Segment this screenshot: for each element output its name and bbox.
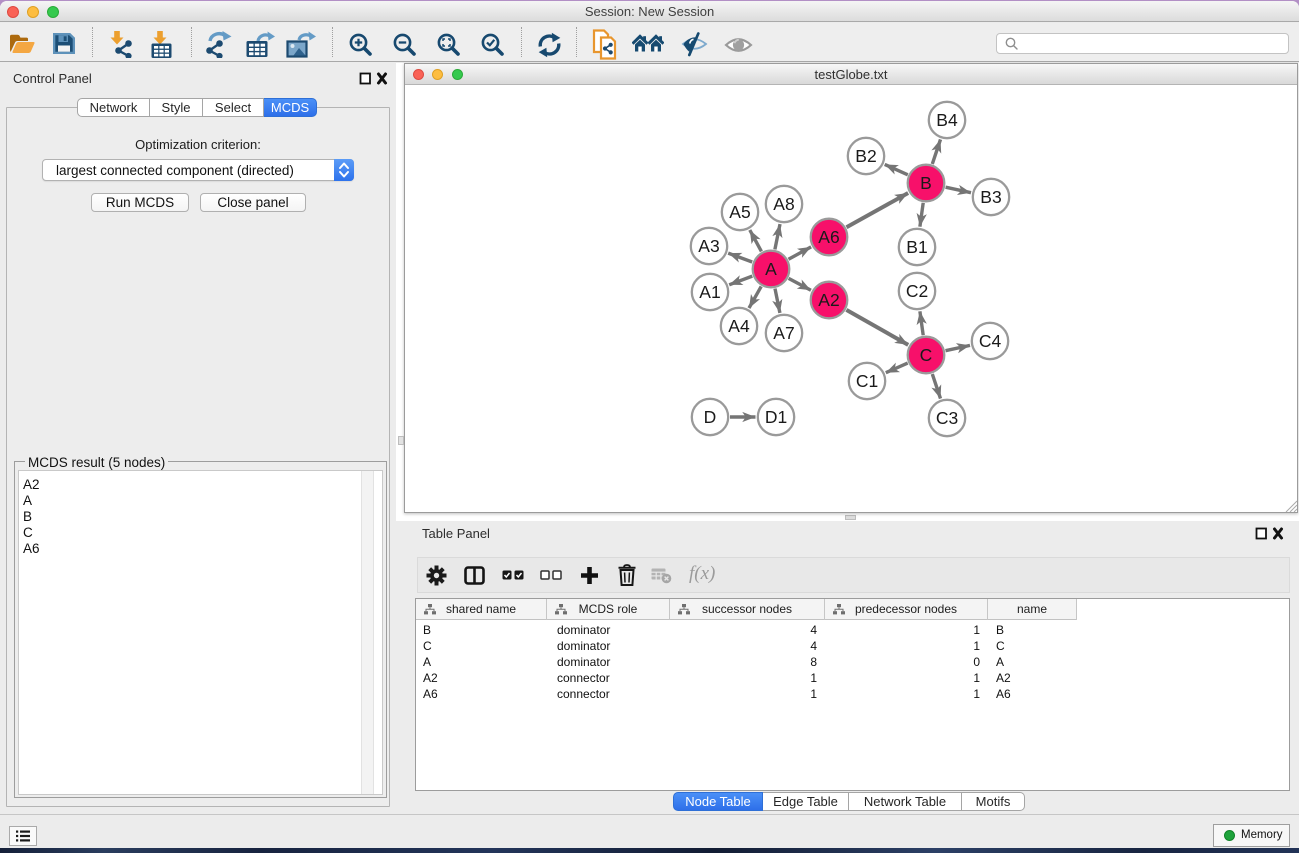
svg-text:D: D <box>704 407 717 427</box>
svg-text:A6: A6 <box>818 227 839 247</box>
svg-text:C1: C1 <box>856 371 878 391</box>
svg-text:A8: A8 <box>773 194 794 214</box>
svg-text:A3: A3 <box>698 236 719 256</box>
svg-text:A5: A5 <box>729 202 750 222</box>
svg-text:C2: C2 <box>906 281 928 301</box>
svg-text:B2: B2 <box>855 146 876 166</box>
svg-text:B: B <box>920 173 932 193</box>
svg-text:A1: A1 <box>699 282 720 302</box>
svg-text:A2: A2 <box>818 290 839 310</box>
svg-text:D1: D1 <box>765 407 787 427</box>
svg-text:A4: A4 <box>728 316 750 336</box>
svg-text:A: A <box>765 259 777 279</box>
svg-text:B1: B1 <box>906 237 927 257</box>
svg-text:A7: A7 <box>773 323 794 343</box>
svg-text:C: C <box>920 345 933 365</box>
svg-text:C4: C4 <box>979 331 1002 351</box>
svg-text:B3: B3 <box>980 187 1001 207</box>
svg-text:C3: C3 <box>936 408 958 428</box>
svg-text:B4: B4 <box>936 110 958 130</box>
